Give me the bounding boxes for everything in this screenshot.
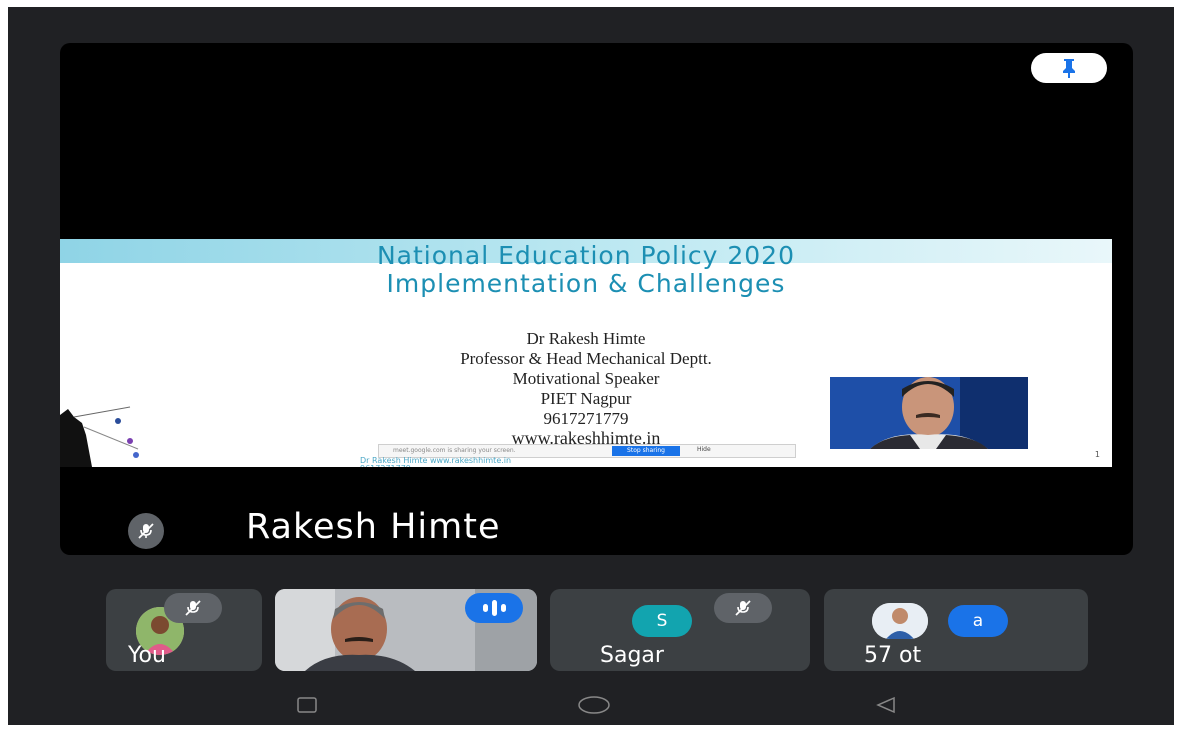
slide-presenter-role: Professor & Head Mechanical Deptt. [460,349,712,368]
home-icon [578,696,610,714]
hide-notice-button[interactable]: Hide [697,446,711,453]
participant-tile-others[interactable]: a 57 ot [824,589,1088,671]
slide-footer-line2: 9617271779 [360,465,511,468]
muted-badge [714,593,772,623]
participant-tile-sagar[interactable]: S Sagar [550,589,810,671]
android-navigation-bar [8,685,1174,725]
recents-button[interactable] [287,693,327,717]
stop-sharing-button[interactable]: Stop sharing [612,446,680,456]
avatar: S [632,605,692,637]
speaker-name-bar: Rakesh Himte [60,503,1133,555]
recents-icon [297,697,317,713]
meet-screen: National Education Policy 2020 Implement… [8,7,1174,725]
shared-slide: National Education Policy 2020 Implement… [60,239,1112,467]
avatar: a [948,605,1008,637]
mic-off-icon [185,600,201,616]
audio-level-bar [491,600,497,616]
audio-level-bar [500,604,506,612]
user-avatar-image [872,603,928,639]
back-button[interactable] [866,693,906,717]
avatar [872,603,928,639]
presenter-photo [830,377,1028,449]
mic-off-icon [138,523,154,539]
speaker-name: Rakesh Himte [246,507,501,547]
presenter-portrait-image [830,377,1028,449]
presentation-stage[interactable]: National Education Policy 2020 Implement… [60,43,1133,555]
participant-tile-video[interactable] [275,589,537,671]
back-icon [876,696,895,714]
speaking-indicator [465,593,523,623]
slide-page-number: 1 [1094,450,1100,459]
muted-badge [164,593,222,623]
slide-footer: Dr Rakesh Himte www.rakeshhimte.in 96172… [360,457,511,468]
speaker-muted-badge [128,513,164,549]
slide-presenter-name: Dr Rakesh Himte [526,329,646,348]
climber-graphic [60,406,139,467]
audio-level-bar [482,604,488,612]
pin-button[interactable] [1031,53,1107,83]
participant-tile-you[interactable]: You [106,589,262,671]
participant-label: You [128,643,166,668]
home-button[interactable] [574,693,614,717]
participant-count-label: 57 ot [864,643,922,668]
slide-title-line1: National Education Policy 2020 [376,241,795,270]
share-notice-text: meet.google.com is sharing your screen. [393,447,516,454]
participant-label: Sagar [600,643,664,668]
pin-icon [1063,59,1075,78]
mic-off-icon [735,600,751,616]
slide-title-line2: Implementation & Challenges [386,269,786,298]
